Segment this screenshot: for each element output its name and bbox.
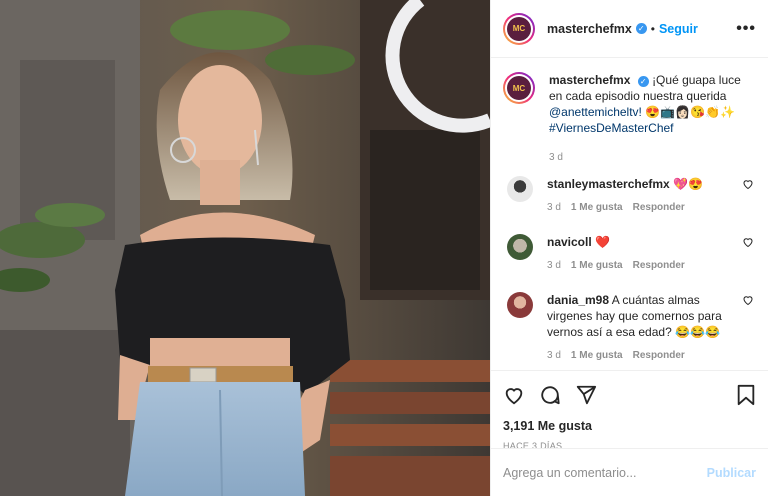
follow-button[interactable]: Seguir	[659, 22, 698, 36]
comment-item: navicoll ❤️ 3 d 1 Me gusta Responder	[503, 234, 756, 274]
publish-button[interactable]: Publicar	[707, 466, 756, 480]
comment-icon[interactable]	[539, 384, 561, 406]
comment-avatar[interactable]	[507, 234, 533, 260]
comment-text: 💖😍	[673, 177, 703, 191]
caption-time[interactable]: 3 d	[549, 150, 754, 166]
comment-heart-icon[interactable]	[742, 294, 754, 306]
post-image	[0, 0, 490, 496]
comment-avatar[interactable]	[507, 292, 533, 318]
heart-icon[interactable]	[503, 384, 525, 406]
comment-heart-icon[interactable]	[742, 178, 754, 190]
more-icon[interactable]: •••	[736, 20, 756, 38]
comment-likes[interactable]: 1 Me gusta	[571, 258, 623, 274]
caption-hashtag[interactable]: #ViernesDeMasterChef	[549, 120, 754, 136]
comment-time[interactable]: 3 d	[547, 200, 561, 216]
comment-likes[interactable]: 1 Me gusta	[571, 348, 623, 364]
reply-button[interactable]: Responder	[633, 348, 685, 364]
post-header: MC masterchefmx ✓ • Seguir •••	[491, 0, 768, 58]
caption-verified-icon: ✓	[637, 76, 649, 87]
share-icon[interactable]	[575, 384, 597, 406]
comment-username[interactable]: navicoll	[547, 235, 592, 249]
comment-avatar[interactable]	[507, 176, 533, 202]
comment-text: ❤️	[595, 235, 610, 249]
comment-username[interactable]: dania_m98	[547, 293, 609, 307]
caption-avatar-logo: MC	[507, 76, 531, 100]
comment-item: stanleymasterchefmx 💖😍 3 d 1 Me gusta Re…	[503, 176, 756, 216]
instagram-post: MC masterchefmx ✓ • Seguir ••• MC master…	[0, 0, 768, 496]
like-count[interactable]: 3,191 Me gusta	[503, 419, 756, 433]
comment-composer: Publicar	[491, 448, 768, 496]
post-photo[interactable]	[0, 0, 490, 496]
caption-avatar[interactable]: MC	[503, 72, 535, 104]
verified-icon: ✓	[635, 23, 647, 34]
caption-text: masterchefmx ✓ ¡Qué guapa luce en cada e…	[549, 72, 754, 166]
comment-likes[interactable]: 1 Me gusta	[571, 200, 623, 216]
avatar-logo: MC	[507, 16, 531, 41]
caption-mention[interactable]: @anettemicheltv!	[549, 105, 642, 119]
comment-item: dania_m98 A cuántas almas virgenes hay q…	[503, 292, 756, 364]
comment-time[interactable]: 3 d	[547, 258, 561, 274]
post-actions: 3,191 Me gusta HACE 3 DÍAS	[491, 370, 768, 451]
bookmark-icon[interactable]	[736, 384, 756, 406]
caption-username[interactable]: masterchefmx	[549, 73, 630, 87]
avatar[interactable]: MC	[503, 12, 535, 45]
header-username[interactable]: masterchefmx	[547, 22, 632, 36]
separator-dot: •	[650, 21, 655, 36]
reply-button[interactable]: Responder	[633, 258, 685, 274]
caption-emojis: 😍📺👩🏻😘👏✨	[645, 105, 735, 119]
comment-heart-icon[interactable]	[742, 236, 754, 248]
post-side-panel: MC masterchefmx ✓ • Seguir ••• MC master…	[490, 0, 768, 496]
caption: MC masterchefmx ✓ ¡Qué guapa luce en cad…	[491, 58, 768, 166]
comment-input[interactable]	[503, 465, 693, 480]
reply-button[interactable]: Responder	[633, 200, 685, 216]
comment-username[interactable]: stanleymasterchefmx	[547, 177, 670, 191]
comment-time[interactable]: 3 d	[547, 348, 561, 364]
